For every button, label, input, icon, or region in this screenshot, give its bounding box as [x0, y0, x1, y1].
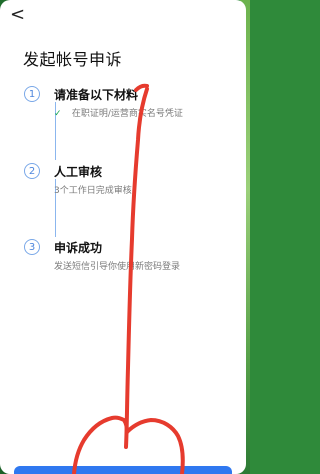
- step-number-1: 1: [24, 86, 40, 102]
- step-title-1: 请准备以下材料: [54, 88, 139, 102]
- step-subtitle-text-1: 在职证明/运营商实名号凭证: [71, 109, 183, 119]
- primary-action-button[interactable]: [14, 466, 232, 474]
- step-subtitle-2: 3个工作日完成审核: [54, 186, 132, 196]
- step-title-2: 人工审核: [54, 165, 103, 179]
- appeal-sheet: < 发起帐号申诉 1 请准备以下材料 ✓ 在职证明/运营商实名号凭证 2 人工审…: [0, 0, 246, 474]
- back-icon[interactable]: <: [10, 6, 28, 24]
- step-title-3: 申诉成功: [54, 241, 103, 255]
- step-subtitle-3: 发送短信引导你使用新密码登录: [54, 262, 181, 272]
- step-subtitle-1: ✓ 在职证明/运营商实名号凭证: [54, 106, 183, 119]
- check-icon: ✓: [54, 109, 62, 119]
- step-number-3: 3: [24, 239, 40, 255]
- page-title: 发起帐号申诉: [23, 50, 123, 69]
- step-number-2: 2: [24, 163, 40, 179]
